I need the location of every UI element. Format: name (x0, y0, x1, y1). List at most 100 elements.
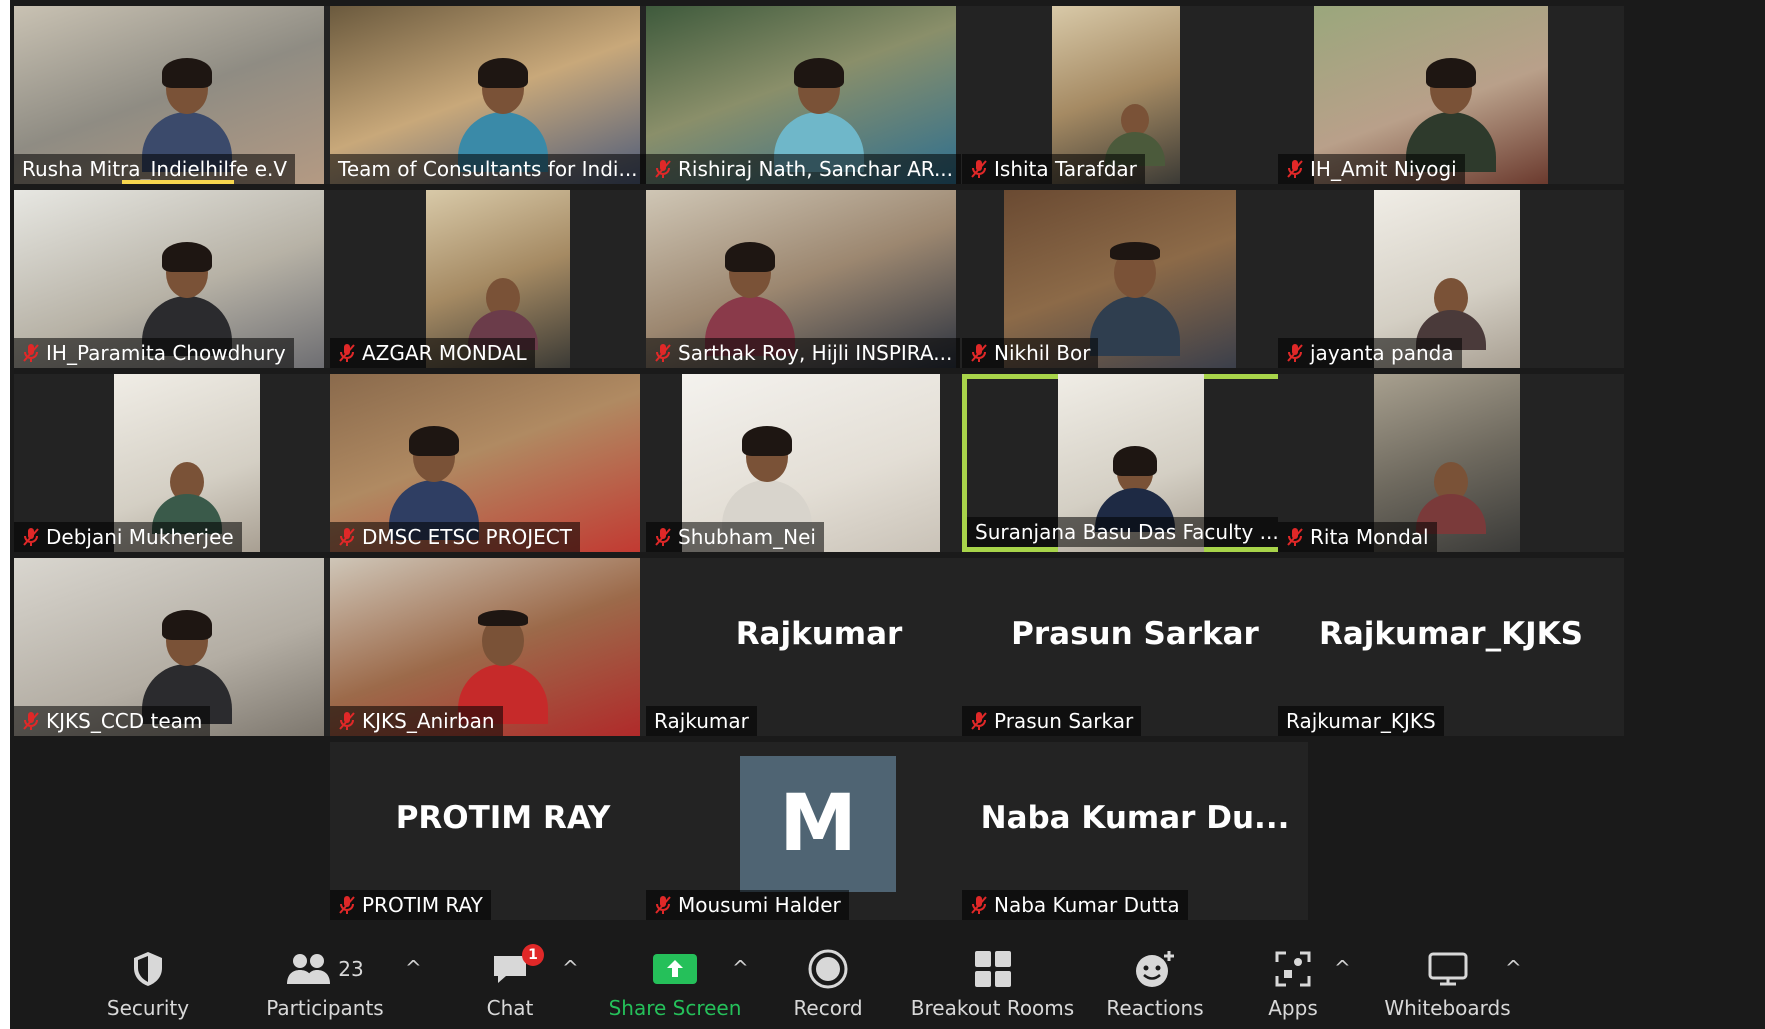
participant-display-name: Prasun Sarkar (1011, 616, 1259, 652)
zoom-meeting-window: Rusha Mitra_Indielhilfe e.V Team of Cons… (10, 0, 1765, 1029)
participant-name: Ishita Tarafdar (962, 154, 1145, 184)
breakout-rooms-button[interactable]: Breakout Rooms (910, 948, 1075, 1024)
mic-muted-icon (971, 160, 987, 178)
participants-count: 23 (338, 957, 364, 981)
video-tile[interactable]: Rita Mondal (1278, 374, 1624, 552)
video-tile[interactable]: Nikhil Bor (962, 190, 1308, 368)
apps-options-caret[interactable]: ^ (1334, 956, 1351, 980)
mic-muted-icon (339, 896, 355, 914)
video-tile[interactable]: IH_Amit Niyogi (1278, 6, 1624, 184)
meeting-toolbar: Security 23 Participants ^ 1 Chat ^ Shar… (10, 940, 1765, 1029)
video-tile[interactable]: Sarthak Roy, Hijli INSPIRA... (646, 190, 992, 368)
participant-name: Rajkumar (646, 706, 757, 736)
mic-muted-icon (1287, 160, 1303, 178)
name-only-tile[interactable]: Rajkumar_KJKS Rajkumar_KJKS (1278, 558, 1624, 736)
video-tile[interactable]: AZGAR MONDAL (330, 190, 676, 368)
video-tile[interactable]: Team of Consultants for Indi... (330, 6, 676, 184)
chat-options-caret[interactable]: ^ (562, 956, 579, 980)
mic-muted-icon (655, 528, 671, 546)
participant-name: Team of Consultants for Indi... (330, 154, 646, 184)
mic-muted-icon (23, 528, 39, 546)
mic-muted-icon (23, 344, 39, 362)
shield-icon (134, 952, 162, 986)
name-only-tile[interactable]: Rajkumar Rajkumar (646, 558, 992, 736)
participant-name: Rishiraj Nath, Sanchar AR... (646, 154, 962, 184)
grid-icon (974, 951, 1011, 987)
participant-name: IH_Paramita Chowdhury (14, 338, 294, 368)
reactions-button[interactable]: Reactions (1105, 948, 1205, 1024)
video-tile[interactable]: KJKS_CCD team (14, 558, 360, 736)
participant-name: Rita Mondal (1278, 522, 1437, 552)
chat-label: Chat (486, 996, 534, 1020)
people-icon (287, 954, 331, 984)
reactions-label: Reactions (1106, 996, 1204, 1020)
participant-name: Nikhil Bor (962, 338, 1099, 368)
record-label: Record (793, 996, 863, 1020)
participant-name: Shubham_Nei (646, 522, 824, 552)
video-tile[interactable]: IH_Paramita Chowdhury (14, 190, 360, 368)
whiteboards-button[interactable]: Whiteboards (1380, 948, 1515, 1024)
share-screen-label: Share Screen (608, 996, 742, 1020)
mic-muted-icon (971, 344, 987, 362)
avatar-tile[interactable]: M Mousumi Halder (646, 742, 992, 920)
participant-name: AZGAR MONDAL (330, 338, 535, 368)
participant-name: Naba Kumar Dutta (962, 890, 1188, 920)
video-tile[interactable]: Rishiraj Nath, Sanchar AR... (646, 6, 992, 184)
video-tile-active-speaker[interactable]: Suranjana Basu Das Faculty ... (962, 374, 1308, 552)
video-tile[interactable]: DMSC ETSC PROJECT (330, 374, 676, 552)
video-tile[interactable]: Shubham_Nei (646, 374, 992, 552)
mic-muted-icon (339, 712, 355, 730)
name-only-tile[interactable]: PROTIM RAY PROTIM RAY (330, 742, 676, 920)
breakout-rooms-label: Breakout Rooms (910, 996, 1075, 1020)
participant-name: KJKS_Anirban (330, 706, 503, 736)
participant-name: Sarthak Roy, Hijli INSPIRA... (646, 338, 961, 368)
security-label: Security (106, 996, 190, 1020)
participant-name: DMSC ETSC PROJECT (330, 522, 580, 552)
video-tile[interactable]: KJKS_Anirban (330, 558, 676, 736)
whiteboard-icon (1428, 952, 1467, 986)
mic-muted-icon (655, 896, 671, 914)
video-tile[interactable]: Debjani Mukherjee (14, 374, 360, 552)
share-screen-options-caret[interactable]: ^ (732, 956, 749, 980)
mic-muted-icon (655, 160, 671, 178)
participant-name: Suranjana Basu Das Faculty ... (967, 517, 1287, 547)
speaking-indicator (122, 180, 234, 184)
participant-name: jayanta panda (1278, 338, 1462, 368)
participant-name: IH_Amit Niyogi (1278, 154, 1465, 184)
participant-name: KJKS_CCD team (14, 706, 211, 736)
security-button[interactable]: Security (98, 948, 198, 1024)
participants-options-caret[interactable]: ^ (405, 956, 422, 980)
smiley-plus-icon (1136, 951, 1174, 987)
whiteboards-label: Whiteboards (1384, 996, 1511, 1020)
share-screen-button[interactable]: Share Screen (608, 948, 742, 1024)
record-button[interactable]: Record (785, 948, 871, 1024)
chat-button[interactable]: 1 Chat (480, 944, 544, 1024)
mic-muted-icon (339, 344, 355, 362)
apps-label: Apps (1268, 996, 1318, 1020)
video-tile[interactable]: Rusha Mitra_Indielhilfe e.V (14, 6, 360, 184)
mic-muted-icon (1287, 528, 1303, 546)
participant-name: Rajkumar_KJKS (1278, 706, 1444, 736)
participant-name: Debjani Mukherjee (14, 522, 242, 552)
mic-muted-icon (655, 344, 671, 362)
share-up-arrow-icon (653, 954, 697, 984)
apps-button[interactable]: Apps (1258, 948, 1328, 1024)
mic-muted-icon (971, 712, 987, 730)
participant-display-name: PROTIM RAY (395, 800, 611, 836)
video-tile[interactable]: jayanta panda (1278, 190, 1624, 368)
video-tile[interactable]: Ishita Tarafdar (962, 6, 1308, 184)
name-only-tile[interactable]: Naba Kumar Du... Naba Kumar Dutta (962, 742, 1308, 920)
apps-icon (1275, 951, 1311, 987)
participant-name: PROTIM RAY (330, 890, 491, 920)
participant-name: Mousumi Halder (646, 890, 849, 920)
whiteboards-options-caret[interactable]: ^ (1505, 956, 1522, 980)
chat-unread-badge: 1 (522, 944, 544, 966)
mic-muted-icon (971, 896, 987, 914)
participant-display-name: Rajkumar_KJKS (1318, 616, 1583, 652)
participants-button[interactable]: 23 Participants (260, 948, 390, 1024)
mic-muted-icon (1287, 344, 1303, 362)
participants-label: Participants (266, 996, 384, 1020)
participant-name: Prasun Sarkar (962, 706, 1142, 736)
name-only-tile[interactable]: Prasun Sarkar Prasun Sarkar (962, 558, 1308, 736)
participant-display-name: Rajkumar (735, 616, 903, 652)
